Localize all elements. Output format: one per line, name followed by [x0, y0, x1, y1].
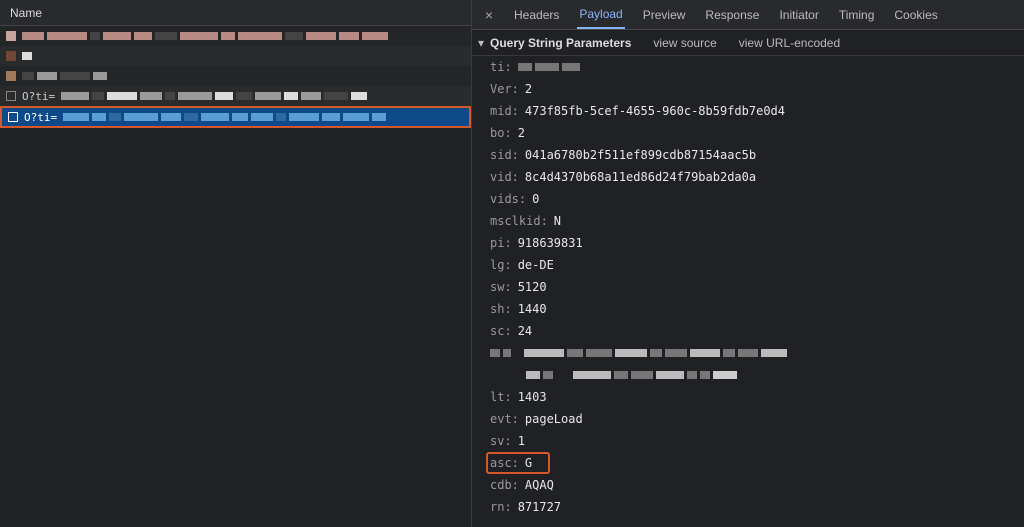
param-key: sw:: [490, 280, 512, 294]
param-row: msclkid: N: [472, 210, 1024, 232]
redacted-text: [22, 31, 465, 41]
param-value: 871727: [518, 500, 561, 514]
caret-down-icon[interactable]: ▾: [476, 36, 486, 50]
request-row[interactable]: [0, 46, 471, 66]
param-key: sv:: [490, 434, 512, 448]
param-key: cdb:: [490, 478, 519, 492]
redacted-text: [490, 346, 787, 360]
tab-timing[interactable]: Timing: [837, 0, 877, 29]
param-key: sid:: [490, 148, 519, 162]
redacted-text: [61, 91, 465, 101]
param-key: rn:: [490, 500, 512, 514]
param-row: rn: 871727: [472, 496, 1024, 518]
details-tabs: × Headers Payload Preview Response Initi…: [472, 0, 1024, 30]
param-value: pageLoad: [525, 412, 583, 426]
request-row[interactable]: [0, 26, 471, 46]
param-key: msclkid:: [490, 214, 548, 228]
param-value: 24: [518, 324, 532, 338]
redacted-text: [22, 71, 465, 81]
tab-initiator[interactable]: Initiator: [777, 0, 820, 29]
checkbox-icon[interactable]: [8, 112, 18, 122]
query-params-header[interactable]: ▾ Query String Parameters view source vi…: [472, 30, 1024, 56]
param-row: [472, 364, 1024, 386]
view-source-link[interactable]: view source: [653, 36, 716, 50]
tab-headers[interactable]: Headers: [512, 0, 561, 29]
redacted-text: [22, 51, 465, 61]
resource-type-swatch: [6, 31, 16, 41]
param-value: 5120: [518, 280, 547, 294]
param-value: N: [554, 214, 561, 228]
redacted-text: [63, 112, 463, 122]
param-row-highlighted: asc: G: [472, 452, 1024, 474]
redacted-text: [518, 63, 580, 71]
param-value: 1403: [518, 390, 547, 404]
param-key: pi:: [490, 236, 512, 250]
param-row: evt: pageLoad: [472, 408, 1024, 430]
resource-type-swatch: [6, 71, 16, 81]
param-key: ti:: [490, 60, 512, 74]
request-name: O?ti=: [24, 111, 57, 124]
param-value: 473f85fb-5cef-4655-960c-8b59fdb7e0d4: [525, 104, 785, 118]
param-value: G: [525, 456, 532, 470]
param-key: sh:: [490, 302, 512, 316]
param-key: lt:: [490, 390, 512, 404]
param-key: lg:: [490, 258, 512, 272]
tab-payload[interactable]: Payload: [577, 0, 624, 29]
resource-type-swatch: [6, 51, 16, 61]
param-row: vid: 8c4d4370b68a11ed86d24f79bab2da0a: [472, 166, 1024, 188]
param-value: 8c4d4370b68a11ed86d24f79bab2da0a: [525, 170, 756, 184]
request-row[interactable]: O?ti=: [0, 86, 471, 106]
param-key: vids:: [490, 192, 526, 206]
close-icon[interactable]: ×: [482, 7, 496, 23]
param-row: Ver: 2: [472, 78, 1024, 100]
param-value: 918639831: [518, 236, 583, 250]
param-value: 2: [518, 126, 525, 140]
param-value: de-DE: [518, 258, 554, 272]
tab-cookies[interactable]: Cookies: [892, 0, 939, 29]
param-row: lg: de-DE: [472, 254, 1024, 276]
request-list-panel: Name O?ti= O?ti=: [0, 0, 472, 527]
details-panel: × Headers Payload Preview Response Initi…: [472, 0, 1024, 527]
param-row: sc: 24: [472, 320, 1024, 342]
param-value: 041a6780b2f511ef899cdb87154aac5b: [525, 148, 756, 162]
name-column-header[interactable]: Name: [0, 0, 471, 26]
param-key: vid:: [490, 170, 519, 184]
param-value: AQAQ: [525, 478, 554, 492]
param-value: 2: [525, 82, 532, 96]
param-value: 1440: [518, 302, 547, 316]
param-row: cdb: AQAQ: [472, 474, 1024, 496]
view-url-encoded-link[interactable]: view URL-encoded: [739, 36, 840, 50]
param-row: [472, 342, 1024, 364]
param-row: sid: 041a6780b2f511ef899cdb87154aac5b: [472, 144, 1024, 166]
param-key: asc:: [490, 456, 519, 470]
request-name: O?ti=: [22, 90, 55, 103]
param-row: mid: 473f85fb-5cef-4655-960c-8b59fdb7e0d4: [472, 100, 1024, 122]
param-row: lt: 1403: [472, 386, 1024, 408]
param-value: 0: [532, 192, 539, 206]
tab-response[interactable]: Response: [703, 0, 761, 29]
param-key: evt:: [490, 412, 519, 426]
param-key: mid:: [490, 104, 519, 118]
param-row: sw: 5120: [472, 276, 1024, 298]
param-row: ti:: [472, 56, 1024, 78]
param-row: bo: 2: [472, 122, 1024, 144]
request-row[interactable]: [0, 66, 471, 86]
section-title: Query String Parameters: [490, 36, 631, 50]
checkbox-icon[interactable]: [6, 91, 16, 101]
param-row: sv: 1: [472, 430, 1024, 452]
redacted-text: [526, 368, 737, 382]
param-value: 1: [518, 434, 525, 448]
param-row: vids: 0: [472, 188, 1024, 210]
tab-preview[interactable]: Preview: [641, 0, 688, 29]
param-row: pi: 918639831: [472, 232, 1024, 254]
request-row-selected[interactable]: O?ti=: [0, 106, 471, 128]
param-key: Ver:: [490, 82, 519, 96]
param-key: bo:: [490, 126, 512, 140]
param-key: sc:: [490, 324, 512, 338]
param-row: sh: 1440: [472, 298, 1024, 320]
